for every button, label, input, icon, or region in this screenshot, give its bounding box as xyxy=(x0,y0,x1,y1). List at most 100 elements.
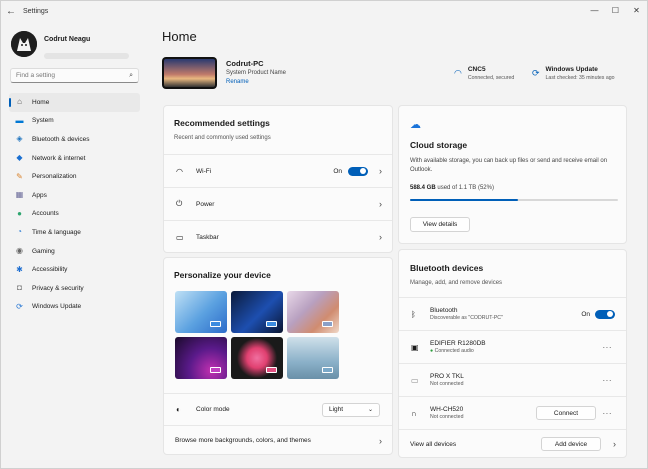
device-status: Not connected xyxy=(430,414,464,420)
device-model: System Product Name xyxy=(226,70,287,76)
color-mode-dropdown[interactable]: Light ⌄ xyxy=(322,402,380,417)
taskbar-icon: ▭ xyxy=(176,232,184,242)
cloud-description: With available storage, you can back up … xyxy=(410,158,608,173)
wifi-icon: ◠ xyxy=(454,68,462,78)
window-controls: — ☐ ✕ xyxy=(584,1,647,19)
nav-item-accounts[interactable]: ● Accounts xyxy=(9,205,140,224)
setting-label: Power xyxy=(196,200,215,208)
minimize-button[interactable]: — xyxy=(584,1,605,19)
cloud-used: 588.4 GB xyxy=(410,185,436,191)
view-details-button[interactable]: View details xyxy=(410,217,470,232)
profile-email-redacted xyxy=(44,53,129,59)
device-row[interactable]: ▭ PRO X TKL Not connected ··· xyxy=(399,363,626,396)
device-name: Codrut-PC xyxy=(226,59,264,68)
wifi-toggle[interactable] xyxy=(348,166,368,176)
apps-icon: ▦ xyxy=(15,190,24,200)
bluetooth-state: On xyxy=(581,310,590,318)
main-content: Home Codrut-PC System Product Name Renam… xyxy=(151,21,648,469)
view-all-row: View all devices Add device › xyxy=(399,429,626,458)
more-options-icon[interactable]: ··· xyxy=(603,376,613,385)
network-status[interactable]: ◠ CNC5 Connected, secured xyxy=(454,66,514,81)
device-name: WH-CH520 xyxy=(430,406,464,413)
cloud-storage-card: ☁ Cloud storage With available storage, … xyxy=(398,105,627,244)
more-options-icon[interactable]: ··· xyxy=(603,409,613,418)
wallpaper-thumbnail[interactable] xyxy=(175,291,227,333)
update-status[interactable]: ⟳ Windows Update Last checked: 35 minute… xyxy=(532,66,614,81)
nav-item-windows-update[interactable]: ⟳ Windows Update xyxy=(9,298,140,317)
nav-label: Accounts xyxy=(32,210,59,218)
wallpaper-thumbnail[interactable] xyxy=(231,291,283,333)
home-icon: ⌂ xyxy=(17,97,22,107)
device-row[interactable]: ∩ WH-CH520 Not connected Connect ··· xyxy=(399,396,626,429)
nav-item-privacy[interactable]: ◘ Privacy & security xyxy=(9,279,140,298)
back-arrow-icon[interactable]: ← xyxy=(1,1,21,21)
nav-item-personalization[interactable]: ✎ Personalization xyxy=(9,167,140,186)
device-name: EDIFIER R1280DB xyxy=(430,340,486,347)
chevron-down-icon: ⌄ xyxy=(367,407,373,413)
nav-label: Accessibility xyxy=(32,266,68,274)
windows-update-icon: ⟳ xyxy=(532,68,540,78)
wallpaper-thumbnail[interactable] xyxy=(175,337,227,379)
bluetooth-label: Bluetooth xyxy=(430,307,458,314)
cloud-usage: 588.4 GB used of 1.1 TB (52%) xyxy=(410,185,494,191)
nav-label: Time & language xyxy=(32,228,81,236)
wallpaper-thumbnail[interactable] xyxy=(231,337,283,379)
nav-item-apps[interactable]: ▦ Apps xyxy=(9,186,140,205)
bluetooth-icon: ◈ xyxy=(16,134,23,144)
network-status-text: Connected, secured xyxy=(467,75,515,81)
speaker-icon: ▣ xyxy=(411,342,419,352)
nav-label: Home xyxy=(32,98,50,106)
close-button[interactable]: ✕ xyxy=(626,1,647,19)
nav-item-time-language[interactable]: ◔ Time & language xyxy=(9,223,140,242)
keyboard-icon: ▭ xyxy=(411,375,419,385)
cloud-progress-track xyxy=(410,199,618,201)
nav-label: Windows Update xyxy=(32,303,82,311)
network-name: CNC5 xyxy=(467,66,486,73)
page-title: Home xyxy=(162,29,197,44)
view-all-devices-link[interactable]: View all devices xyxy=(410,441,456,448)
recommended-subtitle: Recent and commonly used settings xyxy=(174,135,271,141)
device-row[interactable]: ▣ EDIFIER R1280DB ● Connected audio ··· xyxy=(399,330,626,363)
bluetooth-toggle[interactable] xyxy=(595,309,615,319)
chevron-right-icon: › xyxy=(379,232,382,242)
cloud-total: used of 1.1 TB (52%) xyxy=(437,185,494,191)
nav-item-home[interactable]: ⌂ Home xyxy=(9,93,140,112)
cloud-progress-fill xyxy=(410,199,519,201)
rename-link[interactable]: Rename xyxy=(226,79,286,85)
nav-item-accessibility[interactable]: ✱ Accessibility xyxy=(9,260,140,279)
browse-themes-row[interactable]: Browse more backgrounds, colors, and the… xyxy=(164,425,392,455)
device-banner: Codrut-PC System Product Name Rename xyxy=(162,57,286,89)
search-icon[interactable]: ⌕ xyxy=(129,72,133,80)
add-device-button[interactable]: Add device xyxy=(541,437,601,451)
recommended-title: Recommended settings xyxy=(174,118,270,128)
headphones-icon: ∩ xyxy=(411,408,417,418)
nav-label: Personalization xyxy=(32,173,77,181)
network-icon: ◆ xyxy=(16,153,23,163)
more-options-icon[interactable]: ··· xyxy=(603,343,613,352)
system-icon: ▬ xyxy=(15,115,24,125)
maximize-button[interactable]: ☐ xyxy=(605,1,626,19)
chevron-right-icon[interactable]: › xyxy=(613,439,616,449)
profile[interactable]: Codrut Neagu xyxy=(11,31,129,59)
color-mode-value: Light xyxy=(329,406,344,413)
connect-button[interactable]: Connect xyxy=(536,406,596,420)
bluetooth-icon: ᛒ xyxy=(411,309,416,319)
nav-item-network[interactable]: ◆ Network & internet xyxy=(9,149,140,168)
setting-row-power[interactable]: ⏻ Power › xyxy=(164,187,392,220)
setting-row-wifi[interactable]: ◠ Wi-Fi On › xyxy=(164,154,392,187)
setting-row-taskbar[interactable]: ▭ Taskbar › xyxy=(164,220,392,253)
wallpaper-thumbnail[interactable] xyxy=(287,291,339,333)
nav-item-gaming[interactable]: ◉ Gaming xyxy=(9,242,140,261)
privacy-icon: ◘ xyxy=(17,283,22,293)
time-language-icon: ◔ xyxy=(17,227,22,237)
wifi-state: On xyxy=(333,167,342,175)
search-box[interactable]: ⌕ xyxy=(10,68,139,83)
bluetooth-toggle-row: ᛒ Bluetooth Discoverable as "CODRUT-PC" … xyxy=(399,297,626,330)
search-input[interactable] xyxy=(16,72,130,79)
wallpaper-thumbnail[interactable] xyxy=(287,337,339,379)
nav-label: Network & internet xyxy=(32,154,86,162)
device-name: PRO X TKL xyxy=(430,373,464,380)
nav-item-bluetooth[interactable]: ◈ Bluetooth & devices xyxy=(9,130,140,149)
chevron-right-icon: › xyxy=(379,199,382,209)
nav-item-system[interactable]: ▬ System xyxy=(9,112,140,131)
